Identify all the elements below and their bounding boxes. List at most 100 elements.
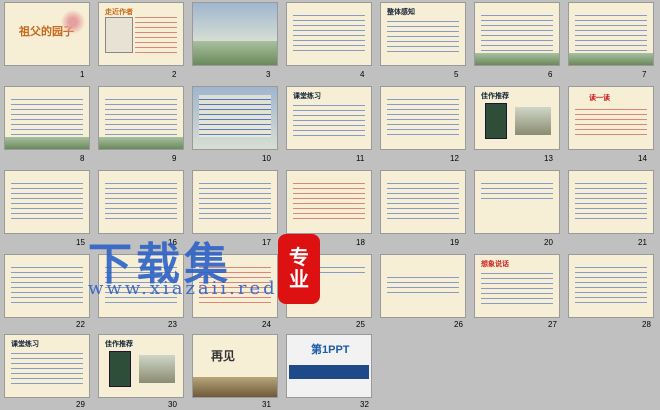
slide-thumb-18[interactable]: [286, 170, 372, 234]
text-block: [575, 179, 647, 221]
slide-number: 22: [76, 320, 85, 329]
slide-thumb-10[interactable]: [192, 86, 278, 150]
slide-number: 11: [356, 154, 365, 163]
slide-number: 12: [450, 154, 459, 163]
slide-thumb-11[interactable]: 课堂练习: [286, 86, 372, 150]
text-block: [293, 101, 365, 137]
slide-number: 26: [454, 320, 463, 329]
photo-image: [139, 355, 175, 383]
slide-number: 4: [360, 70, 365, 79]
text-block: [481, 179, 553, 203]
ppt-logo: 第1PPT: [311, 344, 350, 356]
slide-number: 21: [638, 238, 647, 247]
slide-thumb-24[interactable]: [192, 254, 278, 318]
slide-thumb-32[interactable]: 第1PPT: [286, 334, 372, 398]
sky-image: [193, 3, 277, 43]
text-block: [293, 263, 365, 277]
slide-thumb-4[interactable]: [286, 2, 372, 66]
slide-number: 19: [450, 238, 459, 247]
slide-number: 23: [168, 320, 177, 329]
book-cover: [485, 103, 507, 139]
slide-number: 10: [262, 154, 271, 163]
banner-bar: [289, 365, 369, 379]
text-block: [387, 273, 459, 293]
slide-number: 25: [356, 320, 365, 329]
text-block: [387, 95, 459, 137]
text-block: [199, 95, 271, 137]
slide-number: 7: [642, 70, 647, 79]
slide-title: 课堂练习: [293, 91, 321, 100]
slide-thumb-7[interactable]: [568, 2, 654, 66]
slide-thumb-23[interactable]: [98, 254, 184, 318]
author-photo: [105, 17, 133, 53]
slide-number: 6: [548, 70, 553, 79]
text-block: [481, 11, 553, 53]
slide-thumb-5[interactable]: 整体感知: [380, 2, 466, 66]
slide-number: 31: [262, 400, 271, 409]
slide-thumb-2[interactable]: 走近作者: [98, 2, 184, 66]
landscape-image: [193, 377, 277, 397]
slide-thumb-31[interactable]: 再见: [192, 334, 278, 398]
slide-title: 再见: [211, 349, 236, 363]
text-block: [387, 179, 459, 221]
slide-thumb-27[interactable]: 想象说话: [474, 254, 560, 318]
slide-title: 佳作推荐: [105, 339, 133, 348]
text-block: [293, 11, 365, 53]
text-block: [11, 349, 83, 385]
text-block: [105, 179, 177, 221]
slide-title: 课堂练习: [11, 339, 39, 348]
flower-decoration: [59, 7, 87, 37]
book-cover: [109, 351, 131, 387]
slide-thumb-12[interactable]: [380, 86, 466, 150]
slide-number: 9: [172, 154, 177, 163]
slide-thumb-26[interactable]: [380, 254, 466, 318]
slide-title: 走近作者: [105, 7, 133, 16]
text-block: [387, 17, 459, 53]
slide-number: 1: [80, 70, 85, 79]
slide-number: 5: [454, 70, 459, 79]
text-block: [105, 95, 177, 137]
text-block: [11, 263, 83, 305]
text-block: [575, 11, 647, 53]
landscape-image: [99, 137, 183, 149]
slide-thumb-16[interactable]: [98, 170, 184, 234]
text-block: [135, 13, 177, 53]
slide-number: 17: [262, 238, 271, 247]
slide-thumb-20[interactable]: [474, 170, 560, 234]
text-block: [11, 95, 83, 137]
slide-thumb-3[interactable]: [192, 2, 278, 66]
slide-thumb-14[interactable]: 读一读: [568, 86, 654, 150]
slide-number: 3: [266, 70, 271, 79]
slide-number: 16: [168, 238, 177, 247]
slide-number: 32: [360, 400, 369, 409]
slide-thumb-13[interactable]: 佳作推荐: [474, 86, 560, 150]
text-block: [575, 263, 647, 305]
slide-number: 30: [168, 400, 177, 409]
slide-number: 20: [544, 238, 553, 247]
slide-thumb-19[interactable]: [380, 170, 466, 234]
slide-thumb-9[interactable]: [98, 86, 184, 150]
slide-thumb-15[interactable]: [4, 170, 90, 234]
slide-thumb-8[interactable]: [4, 86, 90, 150]
slide-number: 14: [638, 154, 647, 163]
slide-number: 13: [544, 154, 553, 163]
slide-number: 18: [356, 238, 365, 247]
photo-image: [515, 107, 551, 135]
slide-number: 2: [172, 70, 177, 79]
slide-thumb-21[interactable]: [568, 170, 654, 234]
slide-thumb-1[interactable]: 祖父的园子: [4, 2, 90, 66]
text-block: [575, 105, 647, 137]
slide-thumb-30[interactable]: 佳作推荐: [98, 334, 184, 398]
text-block: [105, 263, 177, 305]
landscape-image: [475, 53, 559, 65]
slide-thumb-28[interactable]: [568, 254, 654, 318]
slide-thumb-22[interactable]: [4, 254, 90, 318]
slide-number: 28: [642, 320, 651, 329]
slide-thumb-6[interactable]: [474, 2, 560, 66]
slide-title: 佳作推荐: [481, 91, 509, 100]
slide-title: 读一读: [589, 93, 610, 102]
slide-thumb-29[interactable]: 课堂练习: [4, 334, 90, 398]
landscape-image: [569, 53, 653, 65]
slide-thumb-17[interactable]: [192, 170, 278, 234]
slide-thumb-25[interactable]: [286, 254, 372, 318]
